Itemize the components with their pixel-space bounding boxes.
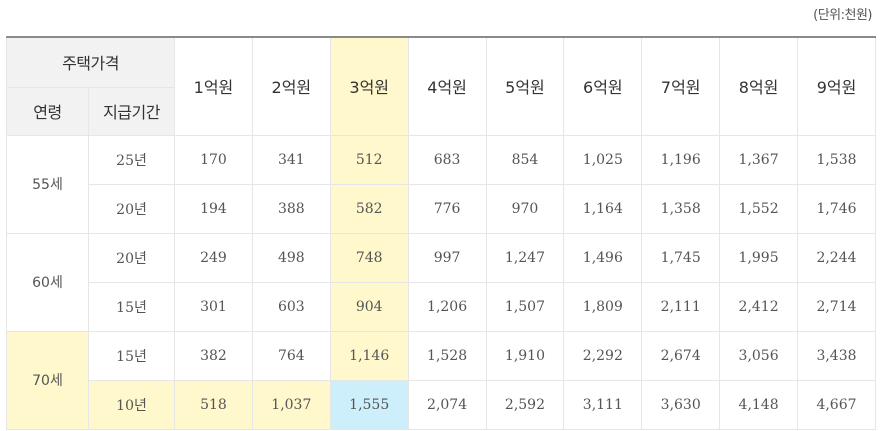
value-cell: 603: [251, 281, 331, 332]
value-cell: 498: [251, 232, 331, 283]
value-cell: 2,074: [407, 379, 487, 430]
value-cell: 1,745: [641, 232, 721, 283]
table-row: 60세 20년 249 498 748 997 1,247 1,496 1,74…: [6, 232, 876, 332]
value-cell: 1,146: [329, 330, 409, 381]
value-cell: 1,538: [797, 134, 876, 185]
value-cell: 1,367: [719, 134, 799, 185]
value-cell: 3,630: [641, 379, 721, 430]
value-cell: 1,809: [563, 281, 643, 332]
value-cell: 3,438: [797, 330, 876, 381]
period-cell: 25년: [87, 134, 176, 185]
age-cell: 55세: [6, 134, 89, 234]
value-cell: 2,674: [641, 330, 721, 381]
price-col-8: 8억원: [719, 36, 799, 136]
value-cell: 582: [329, 183, 409, 234]
value-cell: 1,206: [407, 281, 487, 332]
price-col-3: 3억원: [329, 36, 409, 136]
value-cell: 341: [251, 134, 331, 185]
value-cell: 748: [329, 232, 409, 283]
value-cell: 1,995: [719, 232, 799, 283]
unit-label: (단위:천원): [813, 8, 872, 23]
value-cell: 4,148: [719, 379, 799, 430]
value-cell: 997: [407, 232, 487, 283]
price-col-7: 7억원: [641, 36, 721, 136]
value-cell: 2,412: [719, 281, 799, 332]
value-cell: 683: [407, 134, 487, 185]
age-cell: 60세: [6, 232, 89, 332]
value-cell: 904: [329, 281, 409, 332]
value-cell: 1,025: [563, 134, 643, 185]
age-cell: 70세: [6, 330, 89, 430]
value-cell: 3,111: [563, 379, 643, 430]
header-row-1: 주택가격 1억원 2억원 3억원 4억원 5억원 6억원 7억원 8억원 9억원: [5, 36, 876, 136]
value-cell: 3,056: [719, 330, 799, 381]
value-cell: 2,244: [797, 232, 876, 283]
value-cell: 854: [485, 134, 565, 185]
value-cell: 301: [174, 281, 253, 332]
value-cell: 1,247: [485, 232, 565, 283]
value-cell: 1,507: [485, 281, 565, 332]
value-cell: 2,714: [797, 281, 876, 332]
value-cell: 382: [174, 330, 253, 381]
value-cell: 1,496: [563, 232, 643, 283]
value-cell: 518: [174, 379, 253, 430]
table-row: 10년 518 1,037 1,555 2,074 2,592 3,111 3,…: [7, 379, 876, 430]
price-col-5: 5억원: [485, 36, 565, 136]
value-cell: 2,292: [563, 330, 643, 381]
period-header: 지급기간: [87, 86, 176, 136]
period-cell: 20년: [87, 232, 176, 283]
age-header: 연령: [6, 86, 89, 136]
value-cell: 1,196: [641, 134, 721, 185]
table-row: 55세 25년 170 341 512 683 854 1,025 1,196 …: [6, 134, 876, 234]
value-cell: 512: [329, 134, 409, 185]
table-row: 20년 194 388 582 776 970 1,164 1,358 1,55…: [7, 183, 876, 234]
price-header: 주택가격: [5, 36, 176, 88]
pension-table: 주택가격 1억원 2억원 3억원 4억원 5억원 6억원 7억원 8억원 9억원…: [5, 36, 876, 430]
value-cell: 776: [407, 183, 487, 234]
value-cell: 1,037: [251, 379, 331, 430]
price-col-9: 9억원: [797, 36, 876, 136]
value-cell: 1,910: [485, 330, 565, 381]
table-row: 15년 301 603 904 1,206 1,507 1,809 2,111 …: [7, 281, 876, 332]
period-cell: 10년: [87, 379, 176, 430]
value-cell: 249: [174, 232, 253, 283]
value-cell: 388: [251, 183, 331, 234]
value-cell: 4,667: [797, 379, 876, 430]
value-cell: 2,111: [641, 281, 721, 332]
value-cell: 194: [174, 183, 253, 234]
period-cell: 15년: [87, 281, 176, 332]
value-cell: 1,552: [719, 183, 799, 234]
value-cell: 1,528: [407, 330, 487, 381]
price-col-4: 4억원: [407, 36, 487, 136]
value-cell-highlighted: 1,555: [329, 379, 409, 430]
value-cell: 170: [174, 134, 253, 185]
price-col-1: 1억원: [174, 36, 253, 136]
value-cell: 2,592: [485, 379, 565, 430]
period-cell: 20년: [87, 183, 176, 234]
value-cell: 1,164: [563, 183, 643, 234]
table-row: 70세 15년 382 764 1,146 1,528 1,910 2,292 …: [6, 330, 876, 430]
value-cell: 764: [251, 330, 331, 381]
value-cell: 970: [485, 183, 565, 234]
value-cell: 1,746: [797, 183, 876, 234]
period-cell: 15년: [87, 330, 176, 381]
price-col-2: 2억원: [251, 36, 331, 136]
value-cell: 1,358: [641, 183, 721, 234]
price-col-6: 6억원: [563, 36, 643, 136]
